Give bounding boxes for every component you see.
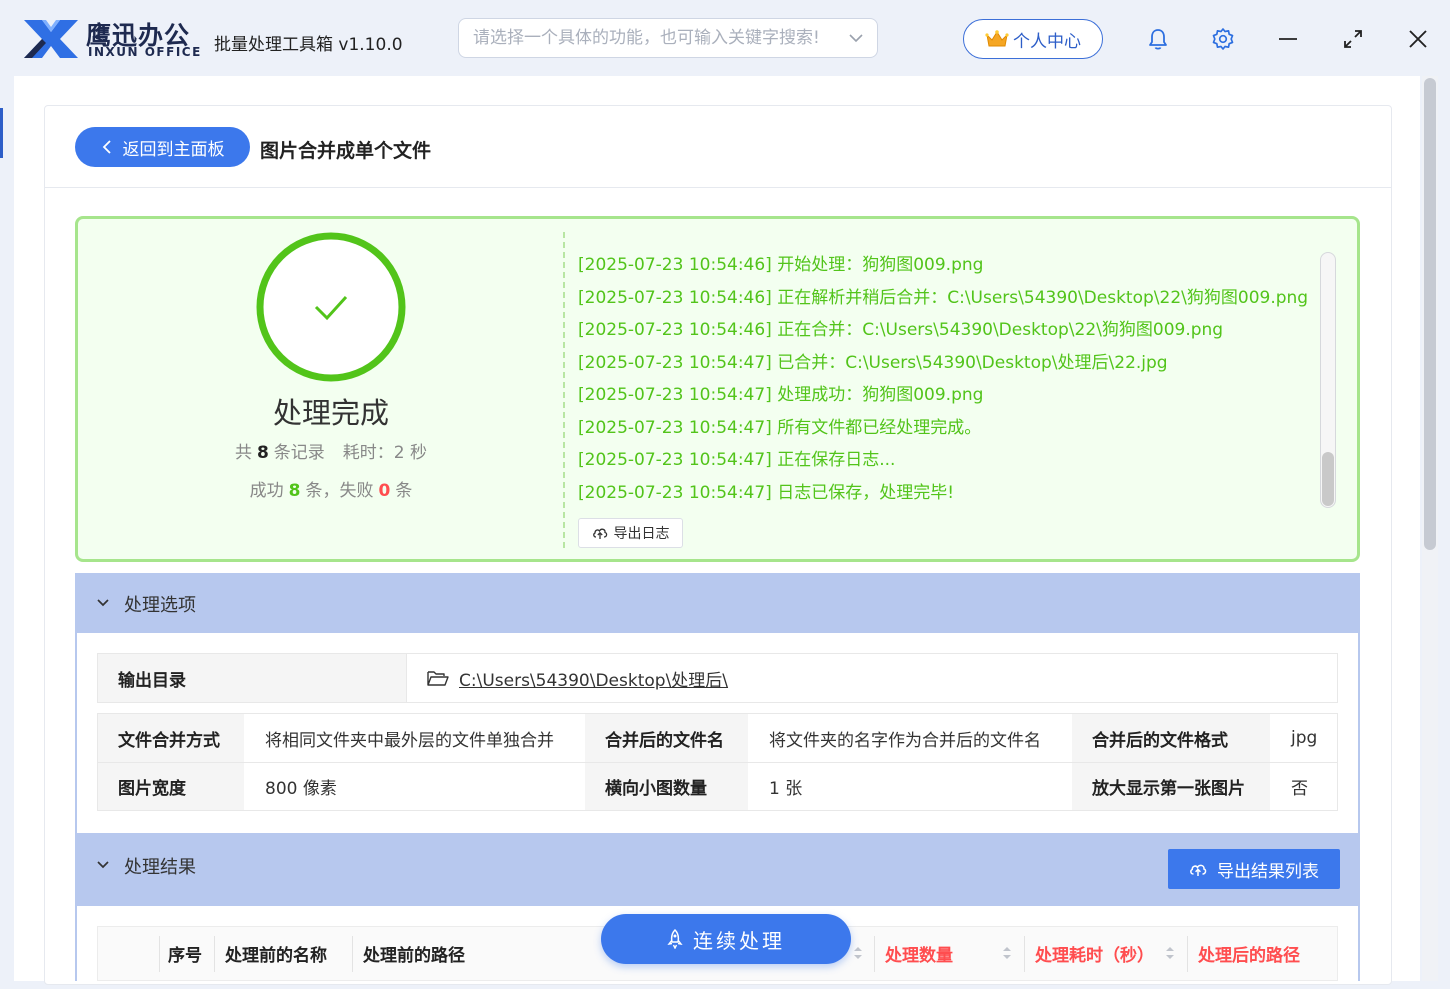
- chevron-down-icon: [97, 861, 109, 869]
- export-result-list-button[interactable]: 导出结果列表: [1168, 849, 1340, 889]
- options-section-title: 处理选项: [124, 595, 196, 616]
- log-line: [2025-07-23 10:54:46] 正在解析并稍后合并：C:\Users…: [578, 288, 1309, 308]
- horizontal-count-value: 1 张: [769, 779, 803, 799]
- log-line: [2025-07-23 10:54:47] 正在保存日志...: [578, 450, 896, 470]
- export-log-button[interactable]: 导出日志: [578, 518, 683, 548]
- rocket-icon: [667, 929, 683, 949]
- image-width-value: 800 像素: [265, 779, 337, 799]
- success-check-icon: [256, 232, 406, 382]
- log-line: [2025-07-23 10:54:47] 处理成功：狗狗图009.png: [578, 385, 984, 405]
- export-result-list-label: 导出结果列表: [1217, 861, 1319, 882]
- chevron-left-icon: [102, 140, 111, 154]
- log-line: [2025-07-23 10:54:47] 所有文件都已经处理完成。: [578, 418, 982, 438]
- back-to-dashboard-button[interactable]: 返回到主面板: [75, 127, 250, 167]
- close-icon[interactable]: [1405, 26, 1431, 52]
- col-time-cost[interactable]: 处理耗时（秒）: [1035, 926, 1154, 981]
- merge-mode-value: 将相同文件夹中最外层的文件单独合并: [265, 730, 554, 751]
- title-bar: 鹰迅办公 INXUN OFFICE 批量处理工具箱 v1.10.0 个人中心: [0, 0, 1450, 76]
- maximize-icon[interactable]: [1340, 26, 1366, 52]
- continue-label: 连续处理: [693, 928, 785, 953]
- enlarge-first-value: 否: [1291, 779, 1308, 799]
- column-divider: [159, 936, 160, 972]
- col-path-after[interactable]: 处理后的路径: [1198, 926, 1300, 981]
- column-divider: [352, 936, 353, 972]
- cloud-upload-icon: [1190, 864, 1207, 876]
- brand-en: INXUN OFFICE: [88, 45, 202, 59]
- page-title: 图片合并成单个文件: [260, 140, 432, 162]
- merge-mode-label: 文件合并方式: [98, 714, 244, 762]
- minimize-icon[interactable]: [1275, 26, 1301, 52]
- column-divider: [1024, 936, 1025, 972]
- enlarge-first-label: 放大显示第一张图片: [1072, 763, 1270, 810]
- success-fail-stats: 成功 8 条，失败 0 条: [181, 476, 481, 501]
- time-cost: 耗时：2 秒: [342, 443, 428, 463]
- app-logo: 鹰迅办公 INXUN OFFICE: [22, 14, 202, 64]
- fail-count: 0: [378, 481, 391, 501]
- column-divider: [1187, 936, 1188, 972]
- col-index[interactable]: 序号: [168, 926, 202, 981]
- total-prefix: 共: [234, 443, 252, 463]
- crown-icon: [985, 30, 1009, 47]
- merged-format-label: 合并后的文件格式: [1072, 714, 1270, 762]
- output-dir-link[interactable]: C:\Users\54390\Desktop\处理后\: [459, 666, 728, 691]
- col-path-before[interactable]: 处理前的路径: [363, 926, 465, 981]
- user-center-label: 个人中心: [1013, 31, 1081, 52]
- total-suffix: 条记录: [273, 443, 325, 463]
- side-accent: [0, 108, 3, 158]
- app-title: 批量处理工具箱 v1.10.0: [214, 35, 403, 55]
- success-suffix: 条，失败: [305, 481, 374, 501]
- log-line: [2025-07-23 10:54:47] 日志已保存，处理完毕!: [578, 483, 955, 503]
- column-divider: [214, 936, 215, 972]
- log-line: [2025-07-23 10:54:46] 正在合并：C:\Users\5439…: [578, 320, 1224, 340]
- continue-processing-button[interactable]: 连续处理: [601, 914, 851, 964]
- column-divider: [874, 936, 875, 972]
- sort-icon[interactable]: [852, 944, 864, 962]
- merged-name-value: 将文件夹的名字作为合并后的文件名: [769, 730, 1041, 751]
- bell-icon[interactable]: [1145, 26, 1171, 52]
- horizontal-count-label: 横向小图数量: [585, 763, 748, 810]
- total-count: 8: [256, 443, 269, 463]
- col-count[interactable]: 处理数量: [885, 926, 953, 981]
- sort-icon[interactable]: [1164, 944, 1176, 962]
- options-section-header[interactable]: 处理选项: [75, 573, 1360, 633]
- total-stats: 共 8 条记录 耗时：2 秒: [181, 438, 481, 463]
- merged-name-label: 合并后的文件名: [585, 714, 748, 762]
- result-divider: [563, 232, 565, 548]
- search-input[interactable]: [458, 18, 878, 58]
- success-count: 8: [288, 481, 301, 501]
- success-prefix: 成功: [249, 481, 284, 501]
- chevron-down-icon: [97, 599, 109, 607]
- output-dir-label: 输出目录: [98, 654, 406, 702]
- fail-suffix: 条: [395, 481, 413, 501]
- page-scrollbar-thumb[interactable]: [1424, 78, 1436, 550]
- export-log-label: 导出日志: [613, 526, 670, 542]
- log-line: [2025-07-23 10:54:46] 开始处理：狗狗图009.png: [578, 255, 984, 275]
- logo-mark-icon: [24, 20, 78, 58]
- sort-icon[interactable]: [1001, 944, 1013, 962]
- chevron-down-icon[interactable]: [848, 30, 864, 46]
- back-label: 返回到主面板: [122, 139, 225, 160]
- merged-format-value: jpg: [1291, 728, 1318, 748]
- output-dir-value[interactable]: C:\Users\54390\Desktop\处理后\: [406, 654, 1337, 702]
- log-scrollbar-thumb[interactable]: [1322, 452, 1334, 506]
- col-name-before[interactable]: 处理前的名称: [225, 926, 327, 981]
- gear-icon[interactable]: [1210, 26, 1236, 52]
- cloud-upload-icon: [592, 528, 607, 539]
- folder-open-icon: [427, 671, 449, 686]
- user-center-button[interactable]: 个人中心: [963, 19, 1103, 59]
- results-section-title: 处理结果: [124, 857, 196, 878]
- result-status: 处理完成: [272, 396, 389, 430]
- image-width-label: 图片宽度: [98, 763, 244, 810]
- log-line: [2025-07-23 10:54:47] 已合并：C:\Users\54390…: [578, 353, 1168, 373]
